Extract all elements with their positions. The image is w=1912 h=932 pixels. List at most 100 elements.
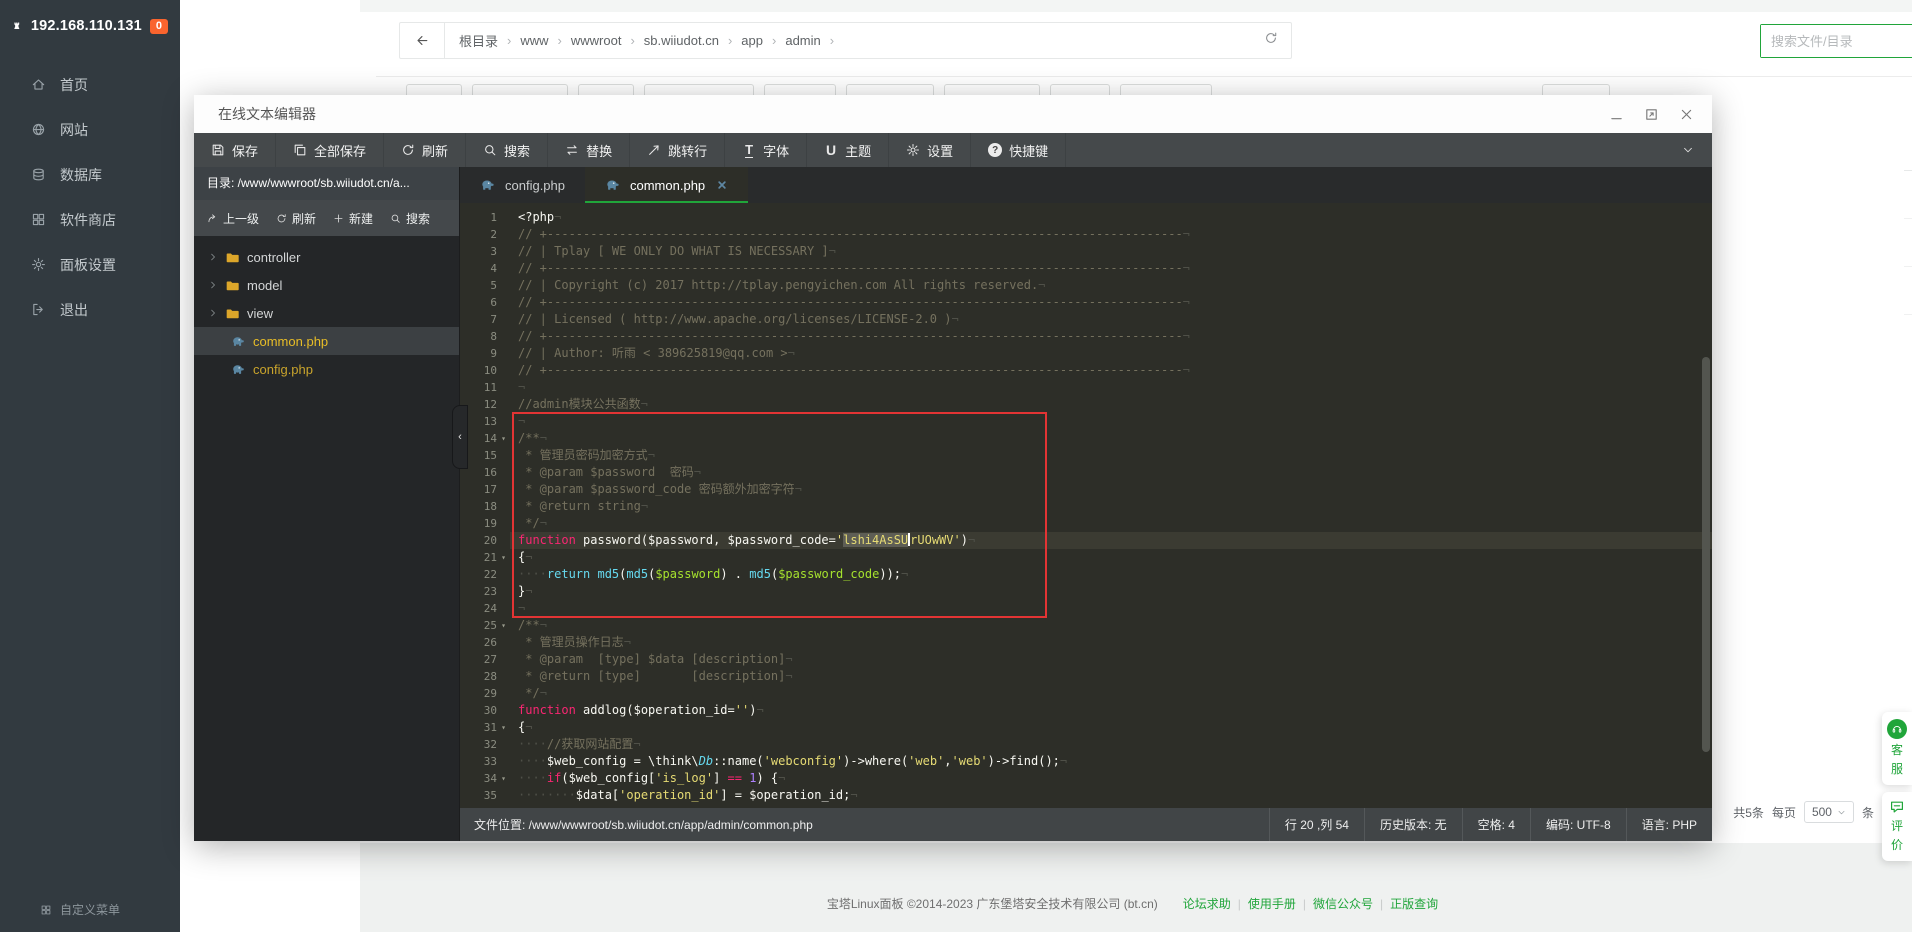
tree-folder-view[interactable]: view: [194, 299, 459, 327]
tree-action-search-button[interactable]: 搜索: [390, 210, 430, 227]
widget-label-char: 价: [1890, 838, 1903, 852]
toolbar-collapse-button[interactable]: [1664, 133, 1712, 167]
tree-folder-model[interactable]: model: [194, 271, 459, 299]
fold-marker[interactable]: ▾: [497, 719, 510, 736]
goto-line-icon: [647, 143, 661, 157]
breadcrumb-item[interactable]: 根目录: [459, 31, 498, 50]
breadcrumb-item[interactable]: wwwroot: [571, 33, 622, 48]
line-number: 19: [483, 517, 497, 530]
table-row-line: [1904, 314, 1912, 315]
sidebar-item-logout[interactable]: 退出: [0, 287, 180, 332]
tree-action-new-button[interactable]: 新建: [333, 210, 373, 227]
statusbar-cell: 历史版本: 无: [1363, 808, 1462, 841]
tree-file-common-php[interactable]: common.php: [194, 327, 459, 355]
widget-label-char: 评: [1890, 819, 1903, 833]
sidebar-item-label: 面板设置: [60, 256, 116, 273]
tree-folder-label: model: [247, 277, 283, 293]
minimize-icon[interactable]: [1609, 107, 1624, 122]
editor-toolbar-replace-button[interactable]: 替换: [548, 133, 631, 167]
top-strip: [360, 0, 1912, 12]
tree-action-refresh-button[interactable]: 刷新: [276, 210, 316, 227]
fold-marker[interactable]: ▾: [497, 430, 510, 447]
code-text: <?php¬: [518, 210, 562, 224]
font-icon: T: [745, 141, 754, 158]
fold-marker[interactable]: ▾: [497, 549, 510, 566]
close-icon[interactable]: [1679, 107, 1694, 122]
back-button[interactable]: [400, 23, 445, 58]
tree-action-up-level-button[interactable]: 上一级: [207, 210, 259, 227]
tab-common-php[interactable]: common.php: [585, 167, 749, 203]
breadcrumb-refresh-button[interactable]: [1264, 31, 1291, 50]
footer-link-4[interactable]: 正版查询: [1390, 897, 1438, 911]
tab-close-icon[interactable]: [716, 179, 728, 191]
code-text: * @param $password_code 密码额外加密字符¬: [518, 482, 802, 496]
editor-toolbar-font-button[interactable]: T 字体: [725, 133, 808, 167]
fold-marker[interactable]: ▾: [497, 770, 510, 787]
footer-link-1[interactable]: 论坛求助: [1183, 897, 1231, 911]
code-line: 8▾ // +----------------------------------…: [460, 328, 1712, 345]
line-number: 9: [490, 347, 497, 360]
side-widget-feedback[interactable]: 评价: [1882, 792, 1912, 861]
code-line: 32▾ ····//获取网站配置¬: [460, 736, 1712, 753]
editor-scrollbar-thumb[interactable]: [1702, 357, 1710, 752]
code-text: // +------------------------------------…: [518, 261, 1190, 275]
toolbar-button-label: 跳转行: [668, 143, 708, 159]
maximize-icon[interactable]: [1644, 107, 1659, 122]
breadcrumb-item[interactable]: www: [520, 33, 548, 48]
sidebar-item-sites[interactable]: 网站: [0, 107, 180, 152]
footer-link-2[interactable]: 使用手册: [1248, 897, 1296, 911]
breadcrumb-bar: 根目录 › www › wwwroot › sb.wiiudot.cn › app › admin ›: [399, 22, 1292, 59]
database-icon: [31, 167, 46, 182]
tree-collapse-handle[interactable]: ‹: [452, 405, 468, 469]
sidebar-item-panel-settings[interactable]: 面板设置: [0, 242, 180, 287]
message-count-badge[interactable]: 0: [149, 18, 168, 34]
statusbar-right: 行 20 ,列 54 历史版本: 无空格: 4 编码: UTF-8 语言: PHP: [1268, 808, 1712, 841]
search-input[interactable]: [1761, 25, 1912, 57]
sidebar-item-app-store[interactable]: 软件商店: [0, 197, 180, 242]
code-text: // +------------------------------------…: [518, 329, 1190, 343]
code-line: 6▾ // +----------------------------------…: [460, 294, 1712, 311]
line-gutter: 4▾: [460, 260, 510, 277]
sidebar-item-database[interactable]: 数据库: [0, 152, 180, 197]
tree-file-config-php[interactable]: config.php: [194, 355, 459, 383]
tree-folder-controller[interactable]: controller: [194, 243, 459, 271]
page-size-select[interactable]: 500: [1803, 801, 1854, 823]
code-line: 20▾function password($password, $passwor…: [460, 532, 1712, 549]
code-editor[interactable]: 1▾<?php¬2▾// +--------------------------…: [460, 203, 1712, 808]
line-gutter: 20▾: [460, 532, 510, 549]
hotkey-icon: ?: [988, 143, 1003, 157]
code-text: function password($password, $password_c…: [510, 532, 1712, 549]
line-number: 13: [483, 415, 497, 428]
editor-toolbar-save-all-button[interactable]: 全部保存: [276, 133, 385, 167]
editor-toolbar-theme-button[interactable]: U 主题: [807, 133, 890, 167]
editor-toolbar-goto-line-button[interactable]: 跳转行: [630, 133, 726, 167]
code-text: * @return string¬: [518, 499, 649, 513]
line-number: 21: [483, 551, 497, 564]
tab-config-php[interactable]: config.php: [460, 167, 585, 203]
breadcrumb-item[interactable]: app: [741, 33, 763, 48]
chevron-down-icon: [1837, 808, 1846, 817]
editor-toolbar-search-button[interactable]: 搜索: [466, 133, 549, 167]
sidebar-item-home[interactable]: 首页: [0, 62, 180, 107]
refresh-icon: [276, 213, 287, 224]
php-icon: [231, 362, 246, 377]
line-number: 30: [483, 704, 497, 717]
code-line: 22▾ ····return md5(md5($password) . md5($…: [460, 566, 1712, 583]
line-number: 4: [490, 262, 497, 275]
settings-icon: [906, 143, 920, 157]
editor-toolbar-save-button[interactable]: 保存: [194, 133, 277, 167]
fold-marker[interactable]: ▾: [497, 617, 510, 634]
footer-link-3[interactable]: 微信公众号: [1313, 897, 1373, 911]
editor-toolbar-hotkeys-button[interactable]: ? 快捷键: [971, 133, 1067, 167]
current-directory-label: 目录: /www/wwwroot/sb.wiiudot.cn/a...: [194, 167, 459, 200]
tree-action-label: 上一级: [223, 211, 260, 226]
editor-toolbar-settings-button[interactable]: 设置: [889, 133, 972, 167]
breadcrumb-item[interactable]: admin: [785, 33, 820, 48]
editor-toolbar-refresh-button[interactable]: 刷新: [384, 133, 467, 167]
tree-file-label: common.php: [253, 333, 329, 349]
breadcrumb-separator: ›: [630, 33, 635, 48]
side-widget-service[interactable]: 客服: [1882, 712, 1912, 785]
breadcrumb-item[interactable]: sb.wiiudot.cn: [644, 33, 719, 48]
toolbar-button-label: 快捷键: [1009, 143, 1049, 159]
sidebar-custom-menu[interactable]: 自定义菜单: [0, 901, 180, 918]
